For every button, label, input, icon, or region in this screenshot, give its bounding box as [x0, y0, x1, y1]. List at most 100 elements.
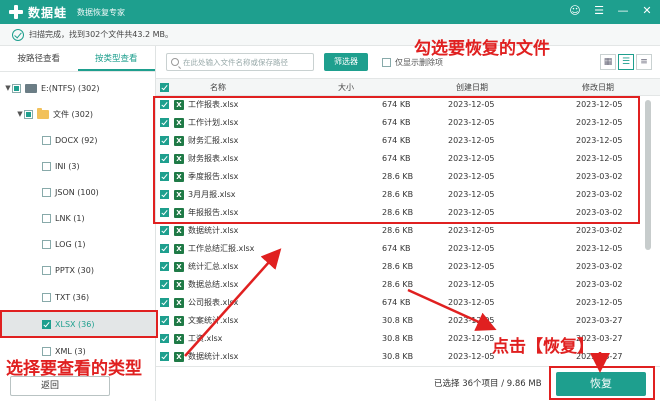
grid-view-icon[interactable]: ▦ — [600, 54, 616, 70]
column-created[interactable]: 创建日期 — [456, 79, 488, 97]
file-created: 2023-12-05 — [448, 226, 495, 235]
scan-status-text: 扫描完成，找到302个文件共43.2 MB。 — [29, 30, 174, 39]
type-label: LNK (1) — [55, 213, 85, 223]
menu-icon[interactable]: ☰ — [592, 4, 606, 18]
scrollbar-thumb[interactable] — [645, 100, 651, 250]
title-bar: 数据蛙 数据恢复专家 ☺ ☰ — ✕ — [0, 0, 660, 24]
file-created: 2023-12-05 — [448, 244, 495, 253]
row-checkbox[interactable] — [160, 316, 169, 325]
row-checkbox[interactable] — [160, 226, 169, 235]
table-row[interactable]: X 文案统计.xlsx 30.8 KB 2023-12-05 2023-03-27 — [156, 312, 660, 330]
file-created: 2023-12-05 — [448, 334, 495, 343]
app-logo: 数据蛙 — [8, 4, 67, 21]
column-size[interactable]: 大小 — [338, 79, 354, 97]
type-checkbox[interactable] — [42, 161, 51, 171]
excel-file-icon: X — [174, 262, 184, 272]
excel-file-icon: X — [174, 316, 184, 326]
table-row[interactable]: X 统计汇总.xlsx 28.6 KB 2023-12-05 2023-03-02 — [156, 258, 660, 276]
row-checkbox[interactable] — [160, 262, 169, 271]
search-placeholder: 在此处输入文件名称或保存路径 — [183, 57, 288, 67]
search-input[interactable]: 在此处输入文件名称或保存路径 — [166, 53, 314, 71]
file-name: 数据统计.xlsx — [188, 352, 239, 361]
only-deleted-checkbox[interactable] — [382, 57, 391, 67]
check-circle-icon — [12, 28, 24, 41]
type-checkbox[interactable] — [42, 187, 51, 197]
detail-view-icon[interactable]: ≡ — [636, 54, 652, 70]
file-size: 28.6 KB — [382, 226, 414, 235]
search-icon — [171, 58, 179, 66]
folder-icon — [37, 107, 49, 119]
table-row[interactable]: X 数据总结.xlsx 28.6 KB 2023-12-05 2023-03-02 — [156, 276, 660, 294]
table-row[interactable]: X 公司报表.xlsx 674 KB 2023-12-05 2023-12-05 — [156, 294, 660, 312]
tree-folder[interactable]: ▼ 文件 (302) — [0, 106, 156, 122]
file-name: 文案统计.xlsx — [188, 316, 239, 325]
excel-file-icon: X — [174, 352, 184, 362]
tree-type-json[interactable]: JSON (100) — [0, 184, 156, 200]
type-checkbox[interactable] — [42, 265, 51, 275]
column-modified[interactable]: 修改日期 — [582, 79, 614, 97]
excel-file-icon: X — [174, 244, 184, 254]
excel-file-icon: X — [174, 334, 184, 344]
file-size: 30.8 KB — [382, 352, 414, 361]
collapse-arrow-icon[interactable]: ▼ — [4, 84, 12, 92]
close-icon[interactable]: ✕ — [640, 4, 654, 18]
type-checkbox[interactable] — [42, 239, 51, 249]
vertical-scrollbar[interactable] — [644, 96, 652, 366]
file-name: 数据统计.xlsx — [188, 226, 239, 235]
folder-checkbox[interactable] — [24, 109, 33, 119]
table-row[interactable]: X 工作总结汇报.xlsx 674 KB 2023-12-05 2023-12-05 — [156, 240, 660, 258]
tree-type-log[interactable]: LOG (1) — [0, 236, 156, 252]
file-created: 2023-12-05 — [448, 262, 495, 271]
row-checkbox[interactable] — [160, 352, 169, 361]
excel-file-icon: X — [174, 298, 184, 308]
file-size: 28.6 KB — [382, 262, 414, 271]
tree-type-ini[interactable]: INI (3) — [0, 158, 156, 174]
annotation-select-files: 勾选要恢复的文件 — [414, 39, 550, 59]
drive-label: E:(NTFS) (302) — [41, 83, 100, 93]
feedback-icon[interactable]: ☺ — [568, 4, 582, 18]
file-name: 数据总结.xlsx — [188, 280, 239, 289]
tree-type-txt[interactable]: TXT (36) — [0, 289, 156, 305]
file-modified: 2023-03-02 — [576, 226, 623, 235]
row-checkbox[interactable] — [160, 298, 169, 307]
table-header: 名称 大小 创建日期 修改日期 — [156, 78, 660, 96]
window-controls: ☺ ☰ — ✕ — [568, 4, 654, 18]
type-label: LOG (1) — [55, 239, 86, 249]
tab-by-type[interactable]: 按类型查看 — [77, 46, 155, 71]
row-checkbox[interactable] — [160, 280, 169, 289]
row-checkbox[interactable] — [160, 334, 169, 343]
column-name[interactable]: 名称 — [210, 79, 226, 97]
file-modified: 2023-03-27 — [576, 316, 623, 325]
excel-file-icon: X — [174, 280, 184, 290]
type-checkbox[interactable] — [42, 292, 51, 302]
type-checkbox[interactable] — [42, 213, 51, 223]
file-created: 2023-12-05 — [448, 316, 495, 325]
file-size: 674 KB — [382, 298, 411, 307]
excel-file-icon: X — [174, 226, 184, 236]
annotation-box-files — [153, 96, 640, 224]
minimize-icon[interactable]: — — [616, 4, 630, 18]
file-modified: 2023-12-05 — [576, 298, 623, 307]
file-size: 30.8 KB — [382, 334, 414, 343]
type-checkbox[interactable] — [42, 135, 51, 145]
drive-checkbox[interactable] — [12, 83, 21, 93]
tree-type-lnk[interactable]: LNK (1) — [0, 210, 156, 226]
back-button[interactable]: 返回 — [10, 376, 110, 396]
table-row[interactable]: X 数据统计.xlsx 28.6 KB 2023-12-05 2023-03-02 — [156, 222, 660, 240]
tree-type-pptx[interactable]: PPTX (30) — [0, 262, 156, 278]
app-name: 数据蛙 — [28, 5, 68, 20]
select-all-checkbox[interactable] — [160, 83, 169, 92]
row-checkbox[interactable] — [160, 244, 169, 253]
file-modified: 2023-03-02 — [576, 262, 623, 271]
annotation-click-recover: 点击【恢复】 — [492, 337, 594, 357]
tree-type-docx[interactable]: DOCX (92) — [0, 132, 156, 148]
tree-drive[interactable]: ▼ E:(NTFS) (302) — [0, 80, 156, 96]
list-view-icon[interactable]: ☰ — [618, 54, 634, 70]
collapse-arrow-icon[interactable]: ▼ — [16, 110, 24, 118]
file-created: 2023-12-05 — [448, 298, 495, 307]
file-size: 674 KB — [382, 244, 411, 253]
filter-button[interactable]: 筛选器 — [324, 53, 368, 71]
tab-by-path[interactable]: 按路径查看 — [0, 46, 78, 71]
file-size: 28.6 KB — [382, 280, 414, 289]
file-created: 2023-12-05 — [448, 352, 495, 361]
